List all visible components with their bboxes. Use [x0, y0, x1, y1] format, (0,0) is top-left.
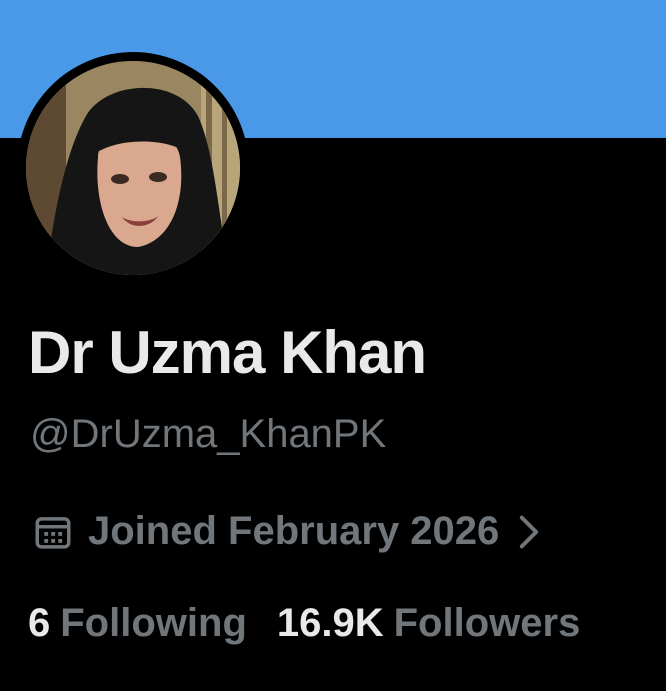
user-handle: @DrUzma_KhanPK	[30, 412, 387, 456]
avatar[interactable]	[17, 52, 249, 284]
avatar-image[interactable]	[26, 61, 240, 275]
followers-label: Followers	[393, 601, 581, 645]
avatar-photo	[26, 61, 240, 275]
following-link[interactable]: 6 Following	[28, 601, 247, 646]
follow-stats: 6 Following 16.9K Followers	[28, 601, 580, 646]
followers-count: 16.9K	[276, 601, 384, 645]
display-name: Dr Uzma Khan	[28, 319, 427, 386]
chevron-right-icon	[520, 515, 539, 548]
following-label: Following	[60, 601, 247, 645]
followers-link[interactable]: 16.9K Followers	[277, 601, 580, 646]
joined-date-row[interactable]: Joined February 2026	[32, 509, 541, 554]
calendar-icon	[35, 516, 71, 549]
following-count: 6	[28, 601, 51, 645]
joined-date-text: Joined February 2026	[88, 509, 500, 553]
